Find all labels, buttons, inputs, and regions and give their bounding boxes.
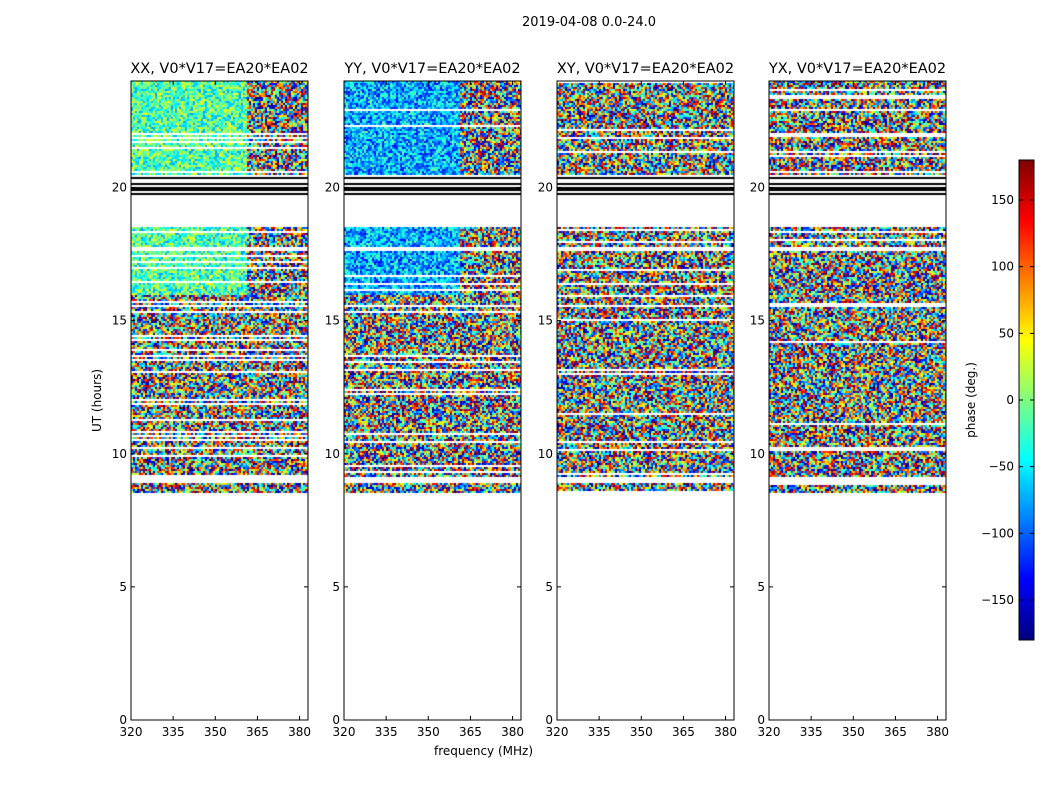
ytick-label-2-3: 15: [538, 314, 553, 328]
ytick-label-3-1: 5: [757, 580, 765, 594]
ytick-label-3-3: 15: [750, 314, 765, 328]
xtick-label-3-1: 335: [800, 725, 823, 739]
xtick-label-1-2: 350: [417, 725, 440, 739]
panel-3: 320 335 350 365 380 0 5 10 15 20 YX, V0*V17=EA20*E…: [750, 61, 949, 739]
xtick-label-0-3: 365: [246, 725, 269, 739]
ytick-label-0-3: 15: [112, 314, 127, 328]
panel-1: 320 335 350 365 380 0 5 10 15 20 YY, V0*V17=EA20*E…: [325, 61, 533, 758]
ytick-label-1-3: 15: [325, 314, 340, 328]
panels: 320 335 350 365 380 0 5 10 15 20 XX, V0*V17=EA20*E…: [90, 61, 949, 758]
colorbar-tick-label-3: 0: [1006, 393, 1014, 407]
xtick-label-2-0: 320: [546, 725, 569, 739]
colorbar-tick-label-2: 50: [999, 326, 1014, 340]
panel-title-1: YY, V0*V17=EA20*EA02: [343, 61, 520, 77]
ytick-label-3-2: 10: [750, 447, 765, 461]
xtick-label-3-0: 320: [758, 725, 781, 739]
ytick-label-0-2: 10: [112, 447, 127, 461]
ytick-label-2-0: 0: [545, 713, 553, 727]
colorbar-tick-label-4: −50: [989, 460, 1014, 474]
xtick-label-1-3: 365: [459, 725, 482, 739]
xtick-label-1-1: 335: [375, 725, 398, 739]
colorbar-tick-label-5: −100: [981, 526, 1014, 540]
xtick-label-0-1: 335: [162, 725, 185, 739]
ytick-label-1-0: 0: [332, 713, 340, 727]
phase-image-3: [769, 81, 946, 720]
xtick-label-0-0: 320: [120, 725, 143, 739]
xtick-label-2-4: 380: [714, 725, 737, 739]
xtick-label-0-2: 350: [204, 725, 227, 739]
ytick-label-0-1: 5: [119, 580, 127, 594]
xtick-label-2-3: 365: [672, 725, 695, 739]
panel-title-3: YX, V0*V17=EA20*EA02: [768, 61, 946, 77]
phase-image-0: [131, 81, 308, 720]
phase-image-2: [557, 81, 734, 720]
ylabel-0: UT (hours): [90, 369, 104, 432]
colorbar-tick-label-6: −150: [981, 593, 1014, 607]
ytick-label-3-0: 0: [757, 713, 765, 727]
xtick-label-3-4: 380: [926, 725, 949, 739]
colorbar: 150 100 50 0 −50 −100 −150 phase (deg.): [964, 159, 1035, 641]
figure-suptitle: 2019-04-08 0.0-24.0: [522, 15, 656, 30]
panel-title-0: XX, V0*V17=EA20*EA02: [130, 61, 308, 77]
ytick-label-2-2: 10: [538, 447, 553, 461]
xtick-label-0-4: 380: [288, 725, 311, 739]
ytick-label-2-1: 5: [545, 580, 553, 594]
xtick-label-1-4: 380: [501, 725, 524, 739]
xtick-label-1-0: 320: [333, 725, 356, 739]
colorbar-tick-label-0: 150: [991, 193, 1014, 207]
figure: 2019-04-08 0.0-24.0 320 335 350 365 380 0 5 10 1…: [90, 15, 1035, 758]
ytick-label-2-4: 20: [538, 181, 553, 195]
panel-0: 320 335 350 365 380 0 5 10 15 20 XX, V0*V17=EA20*E…: [90, 61, 311, 739]
xtick-label-3-3: 365: [884, 725, 907, 739]
ytick-label-0-0: 0: [119, 713, 127, 727]
xtick-label-2-2: 350: [630, 725, 653, 739]
phase-image-1: [344, 81, 521, 720]
xtick-label-3-2: 350: [842, 725, 865, 739]
colorbar-label: phase (deg.): [964, 362, 978, 438]
ytick-label-0-4: 20: [112, 181, 127, 195]
xlabel-1: frequency (MHz): [434, 744, 533, 758]
panel-2: 320 335 350 365 380 0 5 10 15 20 XY, V0*V17=EA20*E…: [538, 61, 737, 739]
ytick-label-1-4: 20: [325, 181, 340, 195]
xtick-label-2-1: 335: [588, 725, 611, 739]
ytick-label-1-2: 10: [325, 447, 340, 461]
panel-title-2: XY, V0*V17=EA20*EA02: [557, 61, 734, 77]
ytick-label-3-4: 20: [750, 181, 765, 195]
ytick-label-1-1: 5: [332, 580, 340, 594]
colorbar-tick-label-1: 100: [991, 260, 1014, 274]
